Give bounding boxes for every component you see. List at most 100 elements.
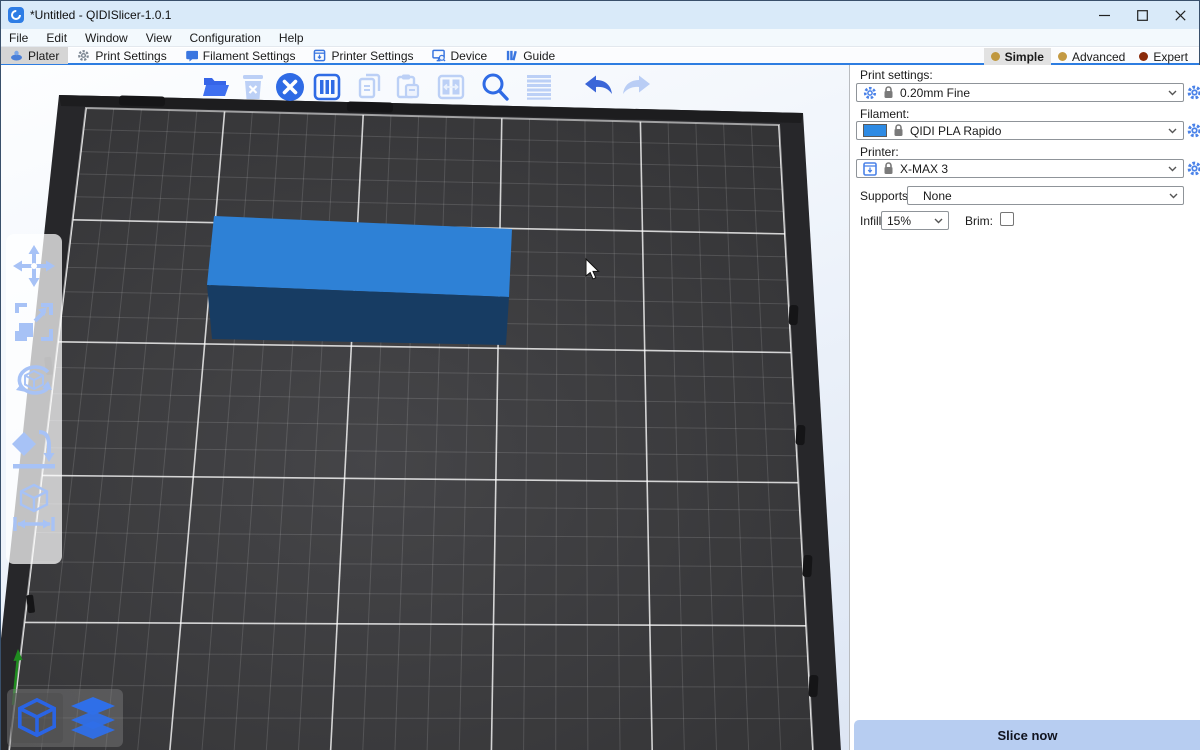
tab-label: Guide: [523, 49, 555, 63]
lock-icon: [883, 162, 894, 175]
printer-icon: [313, 49, 326, 62]
print-settings-edit-button[interactable]: [1187, 85, 1200, 100]
filament-label: Filament:: [860, 107, 909, 121]
menu-configuration[interactable]: Configuration: [181, 29, 270, 47]
tab-label: Printer Settings: [331, 49, 413, 63]
scale-tool-button[interactable]: [6, 294, 62, 350]
menu-help[interactable]: Help: [270, 29, 313, 47]
filament-icon: [185, 49, 198, 62]
simple-mode-dot-icon: [991, 52, 1000, 61]
printer-value: X-MAX 3: [900, 162, 948, 176]
tab-print-settings[interactable]: Print Settings: [68, 47, 175, 64]
printer-icon: [863, 162, 877, 176]
mode-simple[interactable]: Simple: [984, 48, 1051, 65]
paste-button[interactable]: [392, 71, 424, 103]
measure-tool-button[interactable]: [6, 480, 62, 536]
undo-button[interactable]: [582, 71, 614, 103]
guide-books-icon: [505, 49, 518, 62]
move-tool-button[interactable]: [6, 238, 62, 294]
qidislicer-window: *Untitled - QIDISlicer-1.0.1 File Edit W…: [0, 0, 1200, 750]
maximize-button[interactable]: [1123, 1, 1161, 29]
supports-combo[interactable]: None: [907, 186, 1184, 205]
filament-color-swatch: [863, 124, 887, 137]
tab-bar: Plater Print Settings Filament Settings …: [1, 48, 1199, 65]
printer-label: Printer:: [860, 145, 899, 159]
slice-now-label: Slice now: [998, 728, 1058, 743]
model-top-face: [207, 216, 512, 297]
print-settings-combo[interactable]: 0.20mm Fine: [856, 83, 1184, 102]
chevron-down-icon: [934, 218, 943, 224]
place-on-face-icon: [11, 420, 57, 472]
filament-edit-button[interactable]: [1187, 123, 1200, 138]
print-bed-scene: [1, 65, 849, 750]
measure-icon: [11, 483, 57, 533]
arrange-button[interactable]: [311, 71, 343, 103]
mode-label: Advanced: [1072, 50, 1125, 64]
printer-combo[interactable]: X-MAX 3: [856, 159, 1184, 178]
tab-printer-settings[interactable]: Printer Settings: [304, 47, 422, 64]
trash-icon: [241, 74, 265, 100]
app-icon: [8, 7, 24, 23]
tab-label: Filament Settings: [203, 49, 296, 63]
supports-value: None: [913, 189, 952, 203]
gear-icon: [77, 49, 90, 62]
mode-advanced[interactable]: Advanced: [1051, 48, 1132, 65]
menu-window[interactable]: Window: [76, 29, 137, 47]
3d-viewport[interactable]: [1, 65, 849, 750]
settings-panel: Print settings: 0.20mm Fine Filament: QI…: [849, 65, 1200, 750]
close-icon: [1175, 10, 1186, 21]
scale-icon: [13, 301, 55, 343]
minimize-button[interactable]: [1085, 1, 1123, 29]
layer-height-icon: [525, 74, 553, 100]
sliced-layers-icon: [70, 697, 116, 739]
rotate-tool-button[interactable]: [6, 352, 62, 408]
open-button[interactable]: [200, 71, 232, 103]
infill-value: 15%: [887, 214, 911, 228]
chevron-down-icon: [1168, 90, 1177, 96]
infill-combo[interactable]: 15%: [881, 211, 949, 230]
filament-combo[interactable]: QIDI PLA Rapido: [856, 121, 1184, 140]
tab-device[interactable]: Device: [423, 47, 497, 64]
place-on-face-tool-button[interactable]: [6, 418, 62, 474]
menu-bar: File Edit Window View Configuration Help: [1, 29, 1199, 47]
advanced-mode-dot-icon: [1058, 52, 1067, 61]
brim-checkbox[interactable]: [1000, 212, 1014, 226]
search-icon: [480, 72, 510, 102]
print-settings-label: Print settings:: [860, 68, 933, 82]
copy-icon: [357, 73, 385, 101]
preview-button[interactable]: [67, 696, 119, 740]
3d-view-cube-icon: [16, 697, 58, 739]
chevron-down-icon: [1168, 166, 1177, 172]
close-button[interactable]: [1161, 1, 1199, 29]
menu-file[interactable]: File: [1, 29, 37, 47]
menu-view[interactable]: View: [137, 29, 181, 47]
copy-button[interactable]: [355, 71, 387, 103]
minimize-icon: [1099, 10, 1110, 21]
slice-now-button[interactable]: Slice now: [854, 720, 1200, 750]
model-box[interactable]: [207, 216, 512, 345]
delete-all-button[interactable]: [274, 71, 306, 103]
gear-icon: [1187, 161, 1200, 176]
mode-expert[interactable]: Expert: [1132, 48, 1195, 65]
filament-value: QIDI PLA Rapido: [910, 124, 1001, 138]
mode-switcher: Simple Advanced Expert: [984, 48, 1195, 65]
variable-layer-height-button[interactable]: [523, 71, 555, 103]
printer-edit-button[interactable]: [1187, 161, 1200, 176]
delete-button[interactable]: [237, 71, 269, 103]
3d-editor-view-button[interactable]: [11, 696, 63, 740]
menu-edit[interactable]: Edit: [37, 29, 76, 47]
tab-guide[interactable]: Guide: [496, 47, 564, 64]
split-objects-icon: [437, 73, 465, 101]
tab-filament-settings[interactable]: Filament Settings: [176, 47, 305, 64]
tab-label: Plater: [28, 49, 59, 63]
viewport-toolbar: [1, 71, 849, 107]
lock-icon: [883, 86, 894, 99]
split-objects-button[interactable]: [435, 71, 467, 103]
search-button[interactable]: [479, 71, 511, 103]
view-mode-toggles: [7, 689, 123, 747]
tab-label: Print Settings: [95, 49, 166, 63]
tab-label: Device: [451, 49, 488, 63]
gear-icon: [1187, 123, 1200, 138]
tab-plater[interactable]: Plater: [1, 47, 68, 64]
redo-button[interactable]: [621, 71, 653, 103]
